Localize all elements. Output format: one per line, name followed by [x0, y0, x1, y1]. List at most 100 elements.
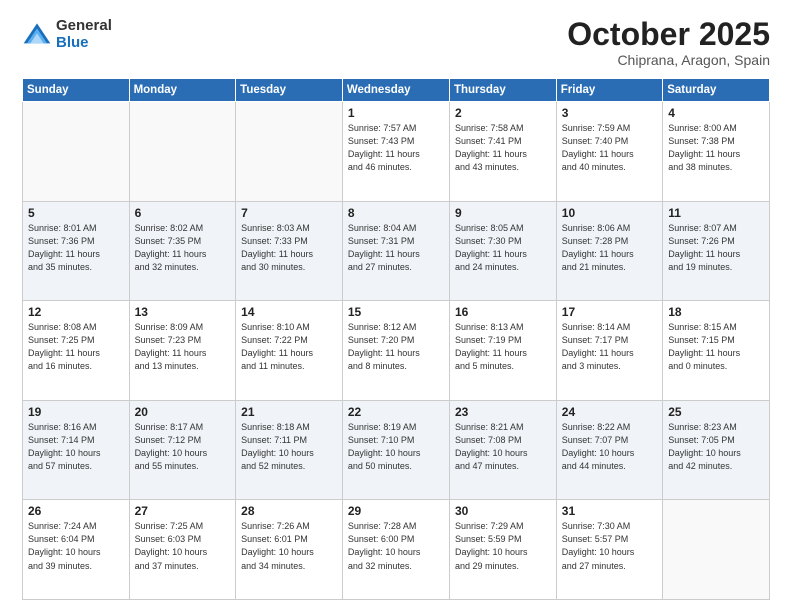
calendar-cell: 31 Sunrise: 7:30 AM Sunset: 5:57 PM Dayli… — [556, 500, 662, 600]
day-info: Sunrise: 8:18 AM Sunset: 7:11 PM Dayligh… — [241, 421, 337, 473]
day-number: 17 — [562, 305, 657, 319]
month-title: October 2025 — [567, 18, 770, 50]
day-info: Sunrise: 8:15 AM Sunset: 7:15 PM Dayligh… — [668, 321, 764, 373]
calendar-cell: 23 Sunrise: 8:21 AM Sunset: 7:08 PM Dayli… — [449, 400, 556, 500]
day-info: Sunrise: 8:03 AM Sunset: 7:33 PM Dayligh… — [241, 222, 337, 274]
day-info: Sunrise: 8:01 AM Sunset: 7:36 PM Dayligh… — [28, 222, 124, 274]
day-number: 31 — [562, 504, 657, 518]
day-info: Sunrise: 7:29 AM Sunset: 5:59 PM Dayligh… — [455, 520, 551, 572]
day-info: Sunrise: 7:58 AM Sunset: 7:41 PM Dayligh… — [455, 122, 551, 174]
calendar-cell: 24 Sunrise: 8:22 AM Sunset: 7:07 PM Dayli… — [556, 400, 662, 500]
header: General Blue October 2025 Chiprana, Arag… — [22, 18, 770, 68]
calendar-cell: 22 Sunrise: 8:19 AM Sunset: 7:10 PM Dayli… — [342, 400, 449, 500]
calendar-cell — [129, 102, 236, 202]
day-info: Sunrise: 8:08 AM Sunset: 7:25 PM Dayligh… — [28, 321, 124, 373]
day-number: 29 — [348, 504, 444, 518]
calendar-cell: 21 Sunrise: 8:18 AM Sunset: 7:11 PM Dayli… — [236, 400, 343, 500]
calendar-cell: 6 Sunrise: 8:02 AM Sunset: 7:35 PM Daylig… — [129, 201, 236, 301]
day-number: 1 — [348, 106, 444, 120]
calendar-week-row: 1 Sunrise: 7:57 AM Sunset: 7:43 PM Daylig… — [23, 102, 770, 202]
day-info: Sunrise: 8:22 AM Sunset: 7:07 PM Dayligh… — [562, 421, 657, 473]
day-number: 6 — [135, 206, 231, 220]
calendar-cell: 4Sunrise: 8:00 AM Sunset: 7:38 PM Daylig… — [663, 102, 770, 202]
day-number: 7 — [241, 206, 337, 220]
day-number: 27 — [135, 504, 231, 518]
day-info: Sunrise: 8:12 AM Sunset: 7:20 PM Dayligh… — [348, 321, 444, 373]
day-number: 5 — [28, 206, 124, 220]
calendar-cell: 16 Sunrise: 8:13 AM Sunset: 7:19 PM Dayli… — [449, 301, 556, 401]
day-info: Sunrise: 7:26 AM Sunset: 6:01 PM Dayligh… — [241, 520, 337, 572]
day-info: Sunrise: 7:57 AM Sunset: 7:43 PM Dayligh… — [348, 122, 444, 174]
weekday-header: Sunday — [23, 79, 130, 102]
calendar-cell: 1 Sunrise: 7:57 AM Sunset: 7:43 PM Daylig… — [342, 102, 449, 202]
day-number: 19 — [28, 405, 124, 419]
day-info: Sunrise: 8:14 AM Sunset: 7:17 PM Dayligh… — [562, 321, 657, 373]
title-block: October 2025 Chiprana, Aragon, Spain — [567, 18, 770, 68]
day-number: 2 — [455, 106, 551, 120]
day-info: Sunrise: 7:25 AM Sunset: 6:03 PM Dayligh… — [135, 520, 231, 572]
day-info: Sunrise: 8:23 AM Sunset: 7:05 PM Dayligh… — [668, 421, 764, 473]
calendar-cell: 14 Sunrise: 8:10 AM Sunset: 7:22 PM Dayli… — [236, 301, 343, 401]
day-number: 16 — [455, 305, 551, 319]
logo-blue: Blue — [56, 35, 112, 52]
calendar-cell: 2 Sunrise: 7:58 AM Sunset: 7:41 PM Daylig… — [449, 102, 556, 202]
weekday-header: Tuesday — [236, 79, 343, 102]
day-number: 8 — [348, 206, 444, 220]
day-number: 22 — [348, 405, 444, 419]
weekday-header: Friday — [556, 79, 662, 102]
weekday-header: Monday — [129, 79, 236, 102]
calendar-cell: 9Sunrise: 8:05 AM Sunset: 7:30 PM Daylig… — [449, 201, 556, 301]
day-number: 20 — [135, 405, 231, 419]
day-info: Sunrise: 8:10 AM Sunset: 7:22 PM Dayligh… — [241, 321, 337, 373]
page: General Blue October 2025 Chiprana, Arag… — [0, 0, 792, 612]
day-info: Sunrise: 8:07 AM Sunset: 7:26 PM Dayligh… — [668, 222, 764, 274]
day-number: 28 — [241, 504, 337, 518]
day-number: 25 — [668, 405, 764, 419]
day-number: 26 — [28, 504, 124, 518]
day-info: Sunrise: 8:02 AM Sunset: 7:35 PM Dayligh… — [135, 222, 231, 274]
day-number: 14 — [241, 305, 337, 319]
weekday-header: Wednesday — [342, 79, 449, 102]
logo: General Blue — [22, 18, 112, 51]
day-info: Sunrise: 8:21 AM Sunset: 7:08 PM Dayligh… — [455, 421, 551, 473]
calendar-cell: 17 Sunrise: 8:14 AM Sunset: 7:17 PM Dayli… — [556, 301, 662, 401]
day-info: Sunrise: 8:19 AM Sunset: 7:10 PM Dayligh… — [348, 421, 444, 473]
calendar-cell — [663, 500, 770, 600]
calendar-cell: 25 Sunrise: 8:23 AM Sunset: 7:05 PM Dayli… — [663, 400, 770, 500]
day-info: Sunrise: 8:09 AM Sunset: 7:23 PM Dayligh… — [135, 321, 231, 373]
day-number: 30 — [455, 504, 551, 518]
weekday-header: Thursday — [449, 79, 556, 102]
day-number: 21 — [241, 405, 337, 419]
day-number: 13 — [135, 305, 231, 319]
logo-icon — [22, 20, 52, 50]
day-info: Sunrise: 7:30 AM Sunset: 5:57 PM Dayligh… — [562, 520, 657, 572]
day-info: Sunrise: 7:28 AM Sunset: 6:00 PM Dayligh… — [348, 520, 444, 572]
day-info: Sunrise: 8:05 AM Sunset: 7:30 PM Dayligh… — [455, 222, 551, 274]
calendar-cell: 3Sunrise: 7:59 AM Sunset: 7:40 PM Daylig… — [556, 102, 662, 202]
calendar-cell: 20Sunrise: 8:17 AM Sunset: 7:12 PM Dayli… — [129, 400, 236, 500]
day-number: 11 — [668, 206, 764, 220]
day-info: Sunrise: 8:13 AM Sunset: 7:19 PM Dayligh… — [455, 321, 551, 373]
day-info: Sunrise: 8:04 AM Sunset: 7:31 PM Dayligh… — [348, 222, 444, 274]
calendar-cell — [236, 102, 343, 202]
calendar-cell: 18Sunrise: 8:15 AM Sunset: 7:15 PM Dayli… — [663, 301, 770, 401]
calendar-cell: 29 Sunrise: 7:28 AM Sunset: 6:00 PM Dayli… — [342, 500, 449, 600]
calendar-cell: 27 Sunrise: 7:25 AM Sunset: 6:03 PM Dayli… — [129, 500, 236, 600]
day-info: Sunrise: 8:06 AM Sunset: 7:28 PM Dayligh… — [562, 222, 657, 274]
day-number: 3 — [562, 106, 657, 120]
weekday-header: Saturday — [663, 79, 770, 102]
day-number: 24 — [562, 405, 657, 419]
calendar-cell: 8 Sunrise: 8:04 AM Sunset: 7:31 PM Daylig… — [342, 201, 449, 301]
calendar-cell: 11 Sunrise: 8:07 AM Sunset: 7:26 PM Dayli… — [663, 201, 770, 301]
calendar-cell: 12Sunrise: 8:08 AM Sunset: 7:25 PM Dayli… — [23, 301, 130, 401]
calendar-week-row: 19 Sunrise: 8:16 AM Sunset: 7:14 PM Dayli… — [23, 400, 770, 500]
calendar-cell: 30 Sunrise: 7:29 AM Sunset: 5:59 PM Dayli… — [449, 500, 556, 600]
calendar-week-row: 26Sunrise: 7:24 AM Sunset: 6:04 PM Dayli… — [23, 500, 770, 600]
day-info: Sunrise: 8:16 AM Sunset: 7:14 PM Dayligh… — [28, 421, 124, 473]
location-subtitle: Chiprana, Aragon, Spain — [567, 52, 770, 68]
day-number: 23 — [455, 405, 551, 419]
calendar-cell: 13 Sunrise: 8:09 AM Sunset: 7:23 PM Dayli… — [129, 301, 236, 401]
logo-text: General Blue — [56, 18, 112, 51]
weekday-header-row: SundayMondayTuesdayWednesdayThursdayFrid… — [23, 79, 770, 102]
day-number: 10 — [562, 206, 657, 220]
